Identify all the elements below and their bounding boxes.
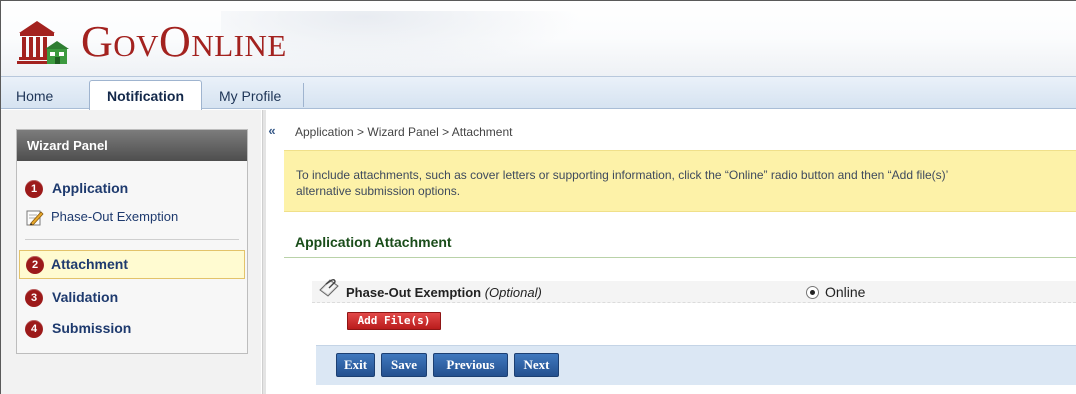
wizard-panel-title: Wizard Panel (17, 130, 247, 161)
optional-note: (Optional) (484, 285, 542, 300)
tab-notification[interactable]: Notification (89, 80, 202, 111)
section-title: Application Attachment (295, 234, 452, 250)
wizard-step-submission[interactable]: 4 Submission (25, 316, 131, 340)
wizard-button-bar: Exit Save Previous Next (316, 345, 1076, 385)
wizard-panel: Wizard Panel 1 Application Phase-Out Exe… (16, 129, 248, 354)
pencil-document-icon (26, 210, 44, 226)
info-message: To include attachments, such as cover le… (284, 150, 1076, 212)
nav-separator (303, 83, 304, 107)
step-number-badge: 3 (25, 289, 43, 307)
step-number-badge: 2 (26, 256, 44, 274)
paperclip-document-icon (319, 279, 339, 297)
wizard-step-validation[interactable]: 3 Validation (25, 285, 118, 309)
wizard-step-label: Attachment (51, 256, 129, 272)
wizard-step-attachment[interactable]: 2 Attachment (19, 250, 245, 279)
online-radio-label[interactable]: Online (825, 284, 865, 300)
wizard-step-application[interactable]: 1 Application (25, 176, 128, 200)
wizard-panel-divider (25, 239, 239, 240)
previous-button[interactable]: Previous (433, 353, 508, 377)
section-divider (284, 257, 1076, 258)
wizard-step-label: Application (52, 180, 129, 196)
attachment-name: Phase-Out Exemption (346, 285, 482, 300)
tab-home[interactable]: Home (16, 83, 53, 110)
info-message-line: alternative submission options. (296, 184, 461, 198)
tab-my-profile[interactable]: My Profile (219, 83, 281, 110)
wizard-step-label: Validation (52, 289, 119, 305)
step-number-badge: 1 (25, 180, 43, 198)
site-logo-text: GovOnline (81, 17, 287, 66)
breadcrumb: Application > Wizard Panel > Attachment (295, 125, 513, 139)
collapse-sidebar-icon[interactable]: « (263, 124, 281, 140)
wizard-substep-phase-out-exemption[interactable]: Phase-Out Exemption (26, 206, 178, 228)
wizard-step-label: Submission (52, 320, 132, 336)
wizard-substep-label: Phase-Out Exemption (51, 209, 179, 224)
step-number-badge: 4 (25, 320, 43, 338)
save-button[interactable]: Save (381, 353, 427, 377)
attachment-row: Phase-Out Exemption (Optional) Online (312, 279, 1076, 303)
attachment-label: Phase-Out Exemption (Optional) (346, 285, 542, 300)
capitol-building-icon (17, 21, 69, 64)
next-button[interactable]: Next (514, 353, 559, 377)
sidebar-splitter[interactable] (262, 110, 266, 394)
online-radio[interactable] (806, 286, 819, 299)
add-file-button[interactable]: Add File(s) (347, 312, 441, 330)
main-nav: Home Notification My Profile (1, 76, 1076, 111)
exit-button[interactable]: Exit (336, 353, 375, 377)
site-header: GovOnline (1, 1, 1076, 76)
info-message-line: To include attachments, such as cover le… (296, 168, 949, 182)
